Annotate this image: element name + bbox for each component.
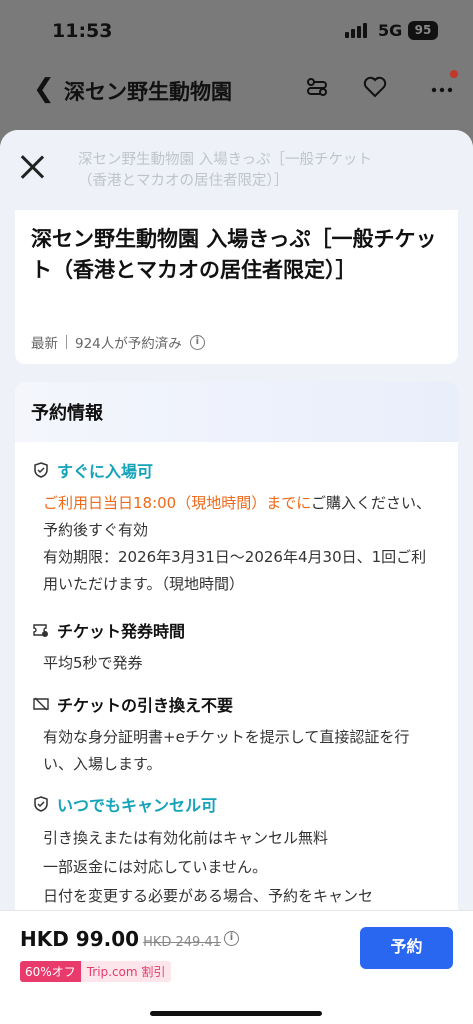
book-button[interactable]: 予約 — [360, 927, 453, 969]
cancel-text-1: 引き換えまたは有効化前はキャンセル無料 — [43, 829, 329, 847]
status-bar: 11:53 5G 95 — [0, 0, 473, 60]
section-header: 予約情報 — [15, 382, 458, 442]
ticket-clock-icon — [33, 624, 48, 637]
heart-icon[interactable] — [363, 76, 387, 104]
bottom-bar: HKD 99.00 HKD 249.41 i 60%オフ Trip.com 割引… — [0, 910, 473, 1024]
product-meta: 最新 924人が予約済み i — [31, 332, 205, 352]
page-title: 深セン野生動物園 — [64, 80, 232, 104]
booking-info-card: 予約情報 すぐに入場可 ご利用日当日18:00（現地時間）までにご購入ください、… — [15, 382, 458, 942]
cancel-section: いつでもキャンセル可 引き換えまたは有効化前はキャンセル無料 一部返金には対応し… — [33, 792, 438, 911]
new-tag: 最新 — [31, 336, 58, 352]
chevron-left-icon[interactable]: ❮ — [33, 74, 55, 104]
cancel-text-2: 一部返金には対応していません。 — [43, 858, 268, 876]
divider — [66, 335, 67, 349]
close-icon[interactable] — [18, 152, 46, 180]
no-exchange-section: チケットの引き換え不要 有効な身分証明書+eチケットを提示して直接認証を行い、入… — [33, 692, 438, 778]
notification-dot — [450, 70, 458, 78]
validity-text: 有効期限：2026年3月31日～2026年4月30日、1回ご利用いただけます。（… — [43, 548, 427, 593]
issue-time-title: チケット発券時間 — [57, 622, 186, 641]
signal-icon — [345, 23, 367, 38]
cancel-text-3: 日付を変更する必要がある場合、予約をキャンセ — [43, 887, 374, 905]
booking-sheet: 深セン野生動物園 入場きっぷ［一般チケット（香港とマカオの居住者限定）］ 深セン… — [0, 130, 473, 1024]
shield-icon — [34, 796, 48, 812]
section-title: 予約情報 — [31, 403, 103, 424]
instant-entry-title: すぐに入場可 — [57, 462, 154, 481]
product-title: 深セン野生動物園 入場きっぷ［一般チケット（香港とマカオの居住者限定）］ — [31, 227, 437, 282]
issue-time-text: 平均5秒で発券 — [43, 654, 143, 672]
route-icon[interactable] — [306, 76, 328, 104]
cancel-title: いつでもキャンセル可 — [57, 796, 218, 815]
info-icon[interactable]: i — [189, 334, 205, 350]
discount-badges: 60%オフ Trip.com 割引 — [20, 961, 172, 982]
product-card: 深セン野生動物園 入場きっぷ［一般チケット（香港とマカオの居住者限定）］ 最新 … — [15, 210, 458, 364]
more-icon[interactable] — [430, 76, 454, 104]
booked-count: 924人が予約済み — [75, 336, 182, 352]
no-exchange-title: チケットの引き換え不要 — [57, 696, 234, 715]
shield-icon — [34, 462, 48, 478]
status-time: 11:53 — [52, 20, 113, 42]
ticket-off-icon — [33, 697, 49, 711]
current-price: HKD 99.00 — [20, 927, 140, 951]
price-block: HKD 99.00 HKD 249.41 — [20, 927, 221, 951]
original-price: HKD 249.41 — [143, 935, 221, 950]
promo-badge: Trip.com 割引 — [80, 961, 172, 982]
battery-icon: 95 — [408, 21, 438, 40]
discount-badge: 60%オフ — [20, 961, 81, 982]
issue-time-section: チケット発券時間 平均5秒で発券 — [33, 618, 438, 677]
instant-entry-deadline: ご利用日当日18:00（現地時間）までに — [43, 494, 311, 512]
app-header: ❮ 深セン野生動物園 — [0, 66, 473, 112]
home-indicator — [150, 1011, 322, 1016]
network-label: 5G — [378, 21, 403, 40]
sheet-header-title: 深セン野生動物園 入場きっぷ［一般チケット（香港とマカオの居住者限定）］ — [78, 152, 373, 189]
no-exchange-text: 有効な身分証明書+eチケットを提示して直接認証を行い、入場します。 — [43, 728, 410, 773]
sheet-header: 深セン野生動物園 入場きっぷ［一般チケット（香港とマカオの居住者限定）］ — [0, 130, 473, 210]
price-info-icon[interactable]: i — [224, 931, 239, 946]
instant-entry-section: すぐに入場可 ご利用日当日18:00（現地時間）までにご購入ください、予約後すぐ… — [33, 458, 438, 598]
